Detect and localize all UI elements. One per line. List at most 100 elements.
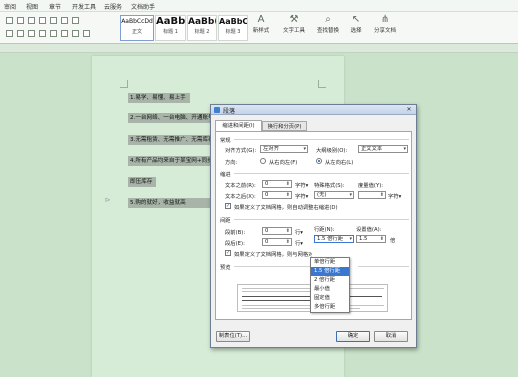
line-spacing-dropdown: 单倍行距 1.5 倍行距 2 倍行距 最小值 固定值 多倍行距 — [310, 257, 350, 313]
font-style-icon: A — [257, 14, 265, 25]
align-select[interactable]: 左对齐 — [260, 145, 308, 153]
style-sample: AaBbCcDd — [121, 18, 153, 25]
option-1-5[interactable]: 1.5 倍行距 — [311, 267, 349, 276]
distribute-icon[interactable] — [50, 30, 57, 37]
space-after-unit[interactable]: 行▾ — [295, 239, 303, 247]
after-text-label: 文本之后(X): — [225, 194, 256, 200]
show-marks-icon[interactable] — [61, 17, 68, 24]
style-normal[interactable]: AaBbCcDd 正文 — [120, 15, 154, 41]
shading-icon[interactable] — [72, 30, 79, 37]
table-icon[interactable] — [72, 17, 79, 24]
sort-icon[interactable] — [50, 17, 57, 24]
space-before-unit[interactable]: 行▾ — [295, 228, 303, 236]
option-minimum[interactable]: 最小值 — [311, 285, 349, 294]
menu-developer[interactable]: 开发工具 — [72, 2, 96, 11]
doc-line-3[interactable]: 3.无需租赁、无需推广、无需库存 — [128, 135, 210, 145]
dialog-titlebar[interactable]: 段落 ✕ — [211, 105, 416, 115]
style-name: 标题 3 — [225, 29, 241, 35]
share-icon: ⋔ — [380, 14, 390, 25]
line-spacing-icon[interactable] — [61, 30, 68, 37]
app-icon — [214, 107, 220, 113]
paragraph-mark-icon: ⊳ — [104, 196, 111, 204]
option-double[interactable]: 2 倍行距 — [311, 276, 349, 285]
select-button[interactable]: ↖ 选择 — [346, 14, 366, 34]
degree-input[interactable] — [358, 191, 386, 199]
doc-line-1[interactable]: 1.易学、易懂、易上手 — [128, 93, 190, 103]
section-general: 常规 — [220, 138, 231, 144]
style-heading-3[interactable]: AaBbC( 标题 3 — [218, 15, 248, 41]
line-spacing-label: 行距(N): — [314, 227, 335, 233]
align-label: 对齐方式(G): — [225, 148, 257, 154]
style-heading-1[interactable]: AaBb 标题 1 — [155, 15, 186, 41]
line-spacing-select[interactable]: 1.5 倍行距 — [314, 235, 354, 243]
option-fixed[interactable]: 固定值 — [311, 294, 349, 303]
tabs-button[interactable]: 制表位(T)... — [216, 331, 250, 342]
cancel-button[interactable]: 取消 — [374, 331, 408, 342]
share-doc-button[interactable]: ⋔ 分享文档 — [372, 14, 398, 34]
menu-view[interactable]: 视图 — [26, 2, 38, 11]
increase-indent-icon[interactable] — [39, 17, 46, 24]
decrease-indent-icon[interactable] — [28, 17, 35, 24]
after-text-unit[interactable]: 字符▾ — [295, 192, 308, 200]
align-center-icon[interactable] — [17, 30, 24, 37]
auto-indent-label: 如果定义了文档网格，则自动调整右缩进(D) — [234, 205, 338, 211]
cursor-icon: ↖ — [351, 14, 361, 25]
menu-bar: 审阅 视图 章节 开发工具 云服务 文档助手 — [0, 0, 518, 12]
search-icon: ⌕ — [325, 14, 331, 25]
wrench-icon: ⚒ — [289, 14, 299, 25]
snap-grid-label: 如果定义了文档网格，则与网格对齐 — [234, 252, 312, 258]
section-indent: 缩进 — [220, 172, 231, 178]
margin-mark — [120, 80, 128, 88]
doc-line-4[interactable]: 4.所有产品均来自于某宝网+同步 — [128, 156, 210, 166]
doc-line-2[interactable]: 2.一台网络、一台电脑、开通账号 — [128, 113, 210, 123]
ltr-label: 从左向右(L) — [325, 160, 354, 166]
list-bullets-icon[interactable] — [6, 17, 13, 24]
before-text-unit[interactable]: 字符▾ — [295, 181, 308, 189]
doc-line-6[interactable]: 5.购的就好，收益就高 — [128, 198, 210, 208]
ltr-radio[interactable] — [316, 158, 322, 164]
text-tool-button[interactable]: ⚒ 文字工具 — [280, 14, 308, 34]
option-multiple[interactable]: 多倍行距 — [311, 303, 349, 312]
outline-label: 大纲级别(O): — [316, 148, 348, 154]
before-text-label: 文本之前(R): — [225, 183, 256, 189]
degree-label: 度量值(Y): — [358, 183, 384, 189]
list-numbers-icon[interactable] — [17, 17, 24, 24]
divider — [234, 139, 409, 140]
option-single[interactable]: 单倍行距 — [311, 258, 349, 267]
doc-line-5[interactable]: 即压库存 — [128, 177, 156, 187]
space-before-input[interactable]: 0 — [262, 227, 292, 235]
divider — [234, 173, 409, 174]
ok-button[interactable]: 确定 — [336, 331, 370, 342]
after-text-input[interactable]: 0 — [262, 191, 292, 199]
margin-mark — [318, 80, 326, 88]
space-after-input[interactable]: 0 — [262, 238, 292, 246]
menu-doc-assistant[interactable]: 文档助手 — [131, 2, 155, 11]
setting-value-input[interactable]: 1.5 — [356, 235, 386, 243]
section-preview: 预览 — [220, 265, 231, 271]
justify-icon[interactable] — [39, 30, 46, 37]
new-style-button[interactable]: A 新样式 — [250, 14, 272, 34]
setting-value-unit: 倍 — [390, 238, 396, 244]
rtl-radio[interactable] — [260, 158, 266, 164]
menu-section[interactable]: 章节 — [49, 2, 61, 11]
snap-grid-checkbox[interactable]: ✓ — [225, 250, 231, 256]
menu-review[interactable]: 审阅 — [4, 2, 16, 11]
auto-indent-checkbox[interactable]: ✓ — [225, 203, 231, 209]
border-icon[interactable] — [83, 30, 90, 37]
style-heading-2[interactable]: AaBb( 标题 2 — [187, 15, 217, 41]
style-sample: AaBb — [156, 16, 186, 27]
before-text-input[interactable]: 0 — [262, 180, 292, 188]
find-replace-button[interactable]: ⌕ 查找替换 — [314, 14, 342, 34]
tab-line-page-breaks[interactable]: 换行和分页(P) — [262, 121, 307, 131]
align-left-icon[interactable] — [6, 30, 13, 37]
special-format-select[interactable]: (无) — [314, 191, 354, 199]
outline-select[interactable]: 正文文本 — [358, 145, 408, 153]
ruler — [0, 44, 518, 53]
special-format-label: 特殊格式(S): — [314, 183, 345, 189]
align-right-icon[interactable] — [28, 30, 35, 37]
menu-cloud[interactable]: 云服务 — [104, 2, 122, 11]
degree-unit[interactable]: 字符▾ — [388, 192, 401, 200]
style-name: 正文 — [131, 29, 142, 35]
close-icon[interactable]: ✕ — [404, 106, 414, 114]
style-name: 标题 2 — [194, 29, 210, 35]
